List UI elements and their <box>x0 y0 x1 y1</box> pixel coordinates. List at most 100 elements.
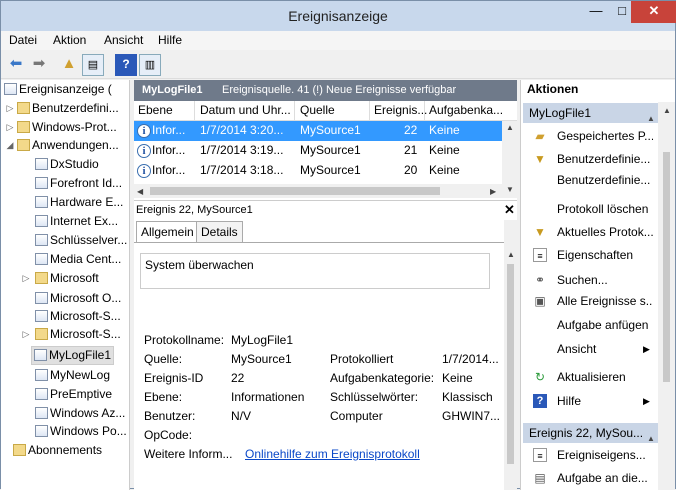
action-aktuelles-protokoll-filtern[interactable]: ▼ Aktuelles Protok... <box>523 222 653 242</box>
action-protokoll-loeschen[interactable]: Protokoll löschen <box>523 199 653 219</box>
forward-arrow-icon[interactable]: ➡ <box>28 54 50 76</box>
column-aufgabenkategorie[interactable]: Aufgabenka... <box>429 103 503 117</box>
show-action-pane-icon[interactable]: ▥ <box>139 54 161 76</box>
action-hilfe[interactable]: ? Hilfe ▶ <box>523 391 653 411</box>
tree-log-schluesselverwaltung[interactable]: Schlüsselver... <box>33 232 129 251</box>
expand-arrow-icon[interactable]: ▷ <box>5 119 15 136</box>
tree-log-mylogfile1[interactable]: MyLogFile1 <box>31 346 115 365</box>
scroll-up-icon[interactable]: ▲ <box>663 106 671 115</box>
scroll-thumb[interactable] <box>150 187 440 195</box>
tab-details[interactable]: Details <box>196 221 243 243</box>
action-aufgabe-anfuegen[interactable]: Aufgabe anfügen <box>523 315 653 335</box>
column-datum[interactable]: Datum und Uhr... <box>200 103 291 117</box>
close-button[interactable]: ✕ <box>631 1 676 23</box>
action-benutzerdefinierte-ansicht-importieren[interactable]: Benutzerdefinie... <box>523 170 653 190</box>
tree-log-forefront[interactable]: Forefront Id... <box>33 175 124 194</box>
action-benutzerdefinierte-ansicht-erstellen[interactable]: ▼ Benutzerdefinie... <box>523 149 653 169</box>
vertical-scrollbar[interactable]: ▲ ▼ <box>502 121 517 198</box>
column-divider[interactable] <box>294 101 295 121</box>
menu-hilfe[interactable]: Hilfe <box>158 33 182 47</box>
menu-aktion[interactable]: Aktion <box>53 33 86 47</box>
scroll-up-icon[interactable]: ▲ <box>506 123 514 132</box>
scroll-up-icon[interactable]: ▲ <box>507 250 515 259</box>
event-row[interactable]: i Infor... 1/7/2014 3:20... MySource1 22… <box>134 121 502 141</box>
value-protokolliert: 1/7/2014... <box>442 352 499 366</box>
scroll-down-icon[interactable]: ▼ <box>506 185 514 194</box>
menu-ansicht[interactable]: Ansicht <box>104 33 143 47</box>
scroll-thumb[interactable] <box>663 152 670 382</box>
tree-log-microsoft-office[interactable]: Microsoft O... <box>33 290 123 309</box>
online-help-link[interactable]: Onlinehilfe zum Ereignisprotokoll <box>245 447 420 461</box>
tree-log-mynewlog[interactable]: MyNewLog <box>33 367 112 386</box>
action-aktualisieren[interactable]: ↻ Aktualisieren <box>523 367 653 387</box>
scroll-left-icon[interactable]: ◀ <box>137 187 143 196</box>
tree-folder-microsoft[interactable]: Microsoft <box>33 270 101 289</box>
event-properties-icon: ≡ <box>533 448 547 462</box>
detail-header: Ereignis 22, MySource1 ✕ <box>134 200 517 220</box>
info-icon: i <box>137 164 151 178</box>
column-ebene[interactable]: Ebene <box>138 103 173 117</box>
expand-arrow-icon[interactable]: ▷ <box>5 100 15 117</box>
detail-scrollbar[interactable]: ▲ <box>504 220 517 490</box>
tree-item-windows-protokolle[interactable]: Windows-Prot... <box>15 119 119 138</box>
action-ereigniseigenschaften[interactable]: ≡ Ereigniseigens... <box>523 445 653 465</box>
tab-allgemein[interactable]: Allgemein <box>136 221 199 243</box>
column-divider[interactable] <box>369 101 370 121</box>
tree-log-hardware[interactable]: Hardware E... <box>33 194 125 213</box>
tree-abonnements[interactable]: Abonnements <box>11 442 104 461</box>
tree-log-media-center[interactable]: Media Cent... <box>33 251 123 270</box>
action-suchen[interactable]: ⚭ Suchen... <box>523 270 653 290</box>
value-computer: GHWIN7... <box>442 409 501 423</box>
tree-log-windows-azure[interactable]: Windows Az... <box>33 405 127 424</box>
tree-log-microsoft-s-1[interactable]: Microsoft-S... <box>33 308 123 327</box>
column-divider[interactable] <box>424 101 425 121</box>
log-icon <box>35 196 48 208</box>
log-header: MyLogFile1 Ereignisquelle. 41 (!) Neue E… <box>134 80 517 101</box>
save-icon: ▣ <box>534 294 546 308</box>
event-description[interactable]: System überwachen <box>140 253 490 289</box>
column-divider[interactable] <box>194 101 195 121</box>
log-icon <box>35 425 48 437</box>
help-icon[interactable]: ? <box>115 54 137 76</box>
section-mylogfile1[interactable]: MyLogFile1 ▲ <box>523 103 658 123</box>
show-tree-icon[interactable]: ▤ <box>82 54 104 76</box>
tree-log-windows-powershell[interactable]: Windows Po... <box>33 423 129 442</box>
event-row[interactable]: i Infor... 1/7/2014 3:19... MySource1 21… <box>134 141 502 161</box>
tree-folder-microsoft-s-2[interactable]: Microsoft-S... <box>33 326 123 345</box>
column-ereignis-id[interactable]: Ereignis... <box>374 103 427 117</box>
label-opcode: OpCode: <box>144 428 193 442</box>
tree-item-benutzerdefiniert[interactable]: Benutzerdefini... <box>15 100 121 119</box>
minimize-button[interactable]: — <box>583 1 609 23</box>
column-quelle[interactable]: Quelle <box>300 103 335 117</box>
tree-log-preemptive[interactable]: PreEmptive <box>33 386 114 405</box>
tree-root[interactable]: Ereignisanzeige ( <box>2 81 114 100</box>
expand-arrow-icon[interactable]: ▷ <box>21 270 31 287</box>
action-eigenschaften[interactable]: ≡ Eigenschaften <box>523 245 653 265</box>
action-ansicht[interactable]: Ansicht ▶ <box>523 339 653 359</box>
folder-open-icon <box>17 139 30 151</box>
folder-icon <box>17 102 30 114</box>
action-gespeichertes-protokoll[interactable]: ▰ Gespeichertes P... <box>523 126 653 146</box>
close-detail-icon[interactable]: ✕ <box>504 202 515 218</box>
event-row[interactable]: i Infor... 1/7/2014 3:18... MySource1 20… <box>134 161 502 181</box>
back-arrow-icon[interactable]: ⬅ <box>5 54 27 76</box>
log-icon <box>35 310 48 322</box>
actions-scrollbar[interactable]: ▲ <box>658 102 675 490</box>
tree-log-internet-explorer[interactable]: Internet Ex... <box>33 213 120 232</box>
expand-arrow-icon[interactable]: ▷ <box>21 326 31 343</box>
collapse-arrow-icon[interactable]: ◢ <box>5 137 15 154</box>
section-ereignis-22[interactable]: Ereignis 22, MySou... ▲ <box>523 423 658 443</box>
scroll-thumb[interactable] <box>507 264 514 464</box>
title-bar[interactable]: Ereignisanzeige — □ ✕ <box>1 1 676 31</box>
submenu-arrow-icon: ▶ <box>643 396 650 406</box>
tree-log-dxstudio[interactable]: DxStudio <box>33 156 101 175</box>
action-alle-ereignisse-speichern[interactable]: ▣ Alle Ereignisse s... <box>523 291 653 311</box>
menu-datei[interactable]: Datei <box>9 33 37 47</box>
scroll-right-icon[interactable]: ▶ <box>490 187 496 196</box>
tree-item-anwendungen[interactable]: Anwendungen... <box>15 137 121 156</box>
horizontal-scrollbar[interactable]: ◀ ▶ <box>134 184 502 198</box>
action-aufgabe-an-dieses-ereignis[interactable]: ▤ Aufgabe an die... <box>523 468 653 488</box>
submenu-arrow-icon: ▶ <box>643 344 650 354</box>
up-folder-icon[interactable]: ▲ <box>58 54 80 76</box>
log-icon <box>35 369 48 381</box>
